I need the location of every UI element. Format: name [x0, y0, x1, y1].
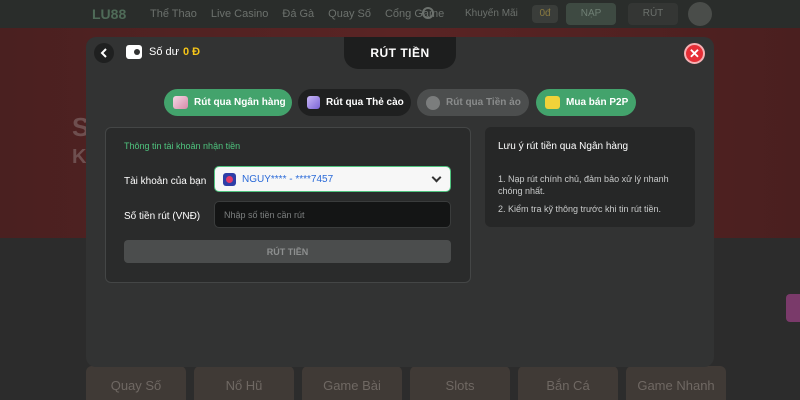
bank-logo-icon — [223, 172, 236, 186]
account-label: Tài khoản của bạn — [124, 176, 207, 187]
nav-item-live-casino: Live Casino — [210, 8, 269, 20]
list-item: 1. Nạp rút chính chủ, đảm bảo xử lý nhan… — [498, 174, 669, 196]
submit-withdraw-button[interactable]: RÚT TIỀN — [124, 240, 451, 263]
tab-crypto-withdraw[interactable]: Rút qua Tiền ảo — [417, 89, 529, 116]
wallet-icon — [126, 45, 142, 59]
modal-header: Số dư 0 Đ RÚT TIỀN ✕ — [86, 37, 714, 69]
category-jackpot: Nổ Hũ — [194, 366, 294, 400]
avatar — [688, 2, 712, 26]
nav-item-cockfight: Đá Gà — [282, 8, 315, 20]
p2p-exchange-icon — [545, 96, 560, 109]
crypto-coin-icon — [426, 95, 440, 110]
notes-list: 1. Nạp rút chính chủ, đảm bảo xử lý nhan… — [498, 173, 688, 221]
nav-item-game-portal: Cổng Game — [384, 8, 445, 20]
bank-book-icon — [173, 96, 188, 109]
header-deposit-button: NẠP — [566, 3, 616, 25]
banner-subtext: K — [72, 146, 87, 168]
header-withdraw-button: RÚT — [628, 3, 678, 25]
tab-label: Rút qua Thẻ cào — [326, 97, 404, 108]
category-lottery: Quay Số — [86, 366, 186, 400]
tab-bank-withdraw[interactable]: Rút qua Ngân hàng — [164, 89, 292, 116]
category-slots: Slots — [410, 366, 510, 400]
form-title: Thông tin tài khoản nhận tiền — [124, 141, 241, 151]
header-balance: 0đ — [532, 5, 558, 23]
site-nav: Thể Thao Live Casino Đá Gà Quay Số Cổng … — [150, 8, 444, 20]
search-icon — [422, 7, 434, 19]
nav-item-lottery: Quay Số — [328, 8, 371, 20]
withdraw-form: Thông tin tài khoản nhận tiền Tài khoản … — [105, 127, 471, 283]
tab-label: Rút qua Ngân hàng — [194, 97, 286, 108]
floating-game-badge — [786, 294, 800, 322]
scratch-card-icon — [307, 96, 320, 109]
notes-panel: Lưu ý rút tiền qua Ngân hàng 1. Nạp rút … — [485, 127, 695, 227]
tab-p2p-trade[interactable]: Mua bán P2P — [536, 89, 636, 116]
amount-input[interactable] — [214, 201, 451, 228]
page-title: RÚT TIỀN — [370, 46, 430, 60]
game-category-bar: Quay Số Nổ Hũ Game Bài Slots Bắn Cá Game… — [86, 366, 726, 400]
site-header: LU88 Thể Thao Live Casino Đá Gà Quay Số … — [0, 0, 800, 28]
nav-item-sports: Thể Thao — [150, 8, 197, 20]
withdraw-modal: Số dư 0 Đ RÚT TIỀN ✕ Rút qua Ngân hàng R… — [86, 37, 714, 367]
nav-promo: Khuyến Mãi — [465, 8, 518, 19]
modal-title-tab: RÚT TIỀN — [344, 37, 456, 69]
site-logo: LU88 — [92, 6, 127, 22]
category-fishing: Bắn Cá — [518, 366, 618, 400]
balance-value: 0 Đ — [183, 46, 201, 58]
balance-label: Số dư — [149, 46, 179, 58]
amount-label: Số tiền rút (VNĐ) — [124, 211, 201, 222]
back-button[interactable] — [94, 43, 114, 63]
account-value: NGUY**** - ****7457 — [242, 173, 334, 185]
category-quick-games: Game Nhanh — [626, 366, 726, 400]
close-icon: ✕ — [689, 45, 700, 61]
tab-scratch-card-withdraw[interactable]: Rút qua Thẻ cào — [298, 89, 411, 116]
category-card-games: Game Bài — [302, 366, 402, 400]
account-select[interactable]: NGUY**** - ****7457 — [214, 166, 451, 192]
chevron-down-icon — [431, 172, 442, 183]
notes-title: Lưu ý rút tiền qua Ngân hàng — [498, 141, 629, 152]
list-item: 2. Kiểm tra kỹ thông trước khi tin rút t… — [498, 204, 661, 214]
tab-label: Rút qua Tiền ảo — [446, 97, 521, 108]
chevron-left-icon — [100, 48, 107, 58]
close-button[interactable]: ✕ — [684, 43, 705, 64]
tab-label: Mua bán P2P — [566, 97, 629, 108]
